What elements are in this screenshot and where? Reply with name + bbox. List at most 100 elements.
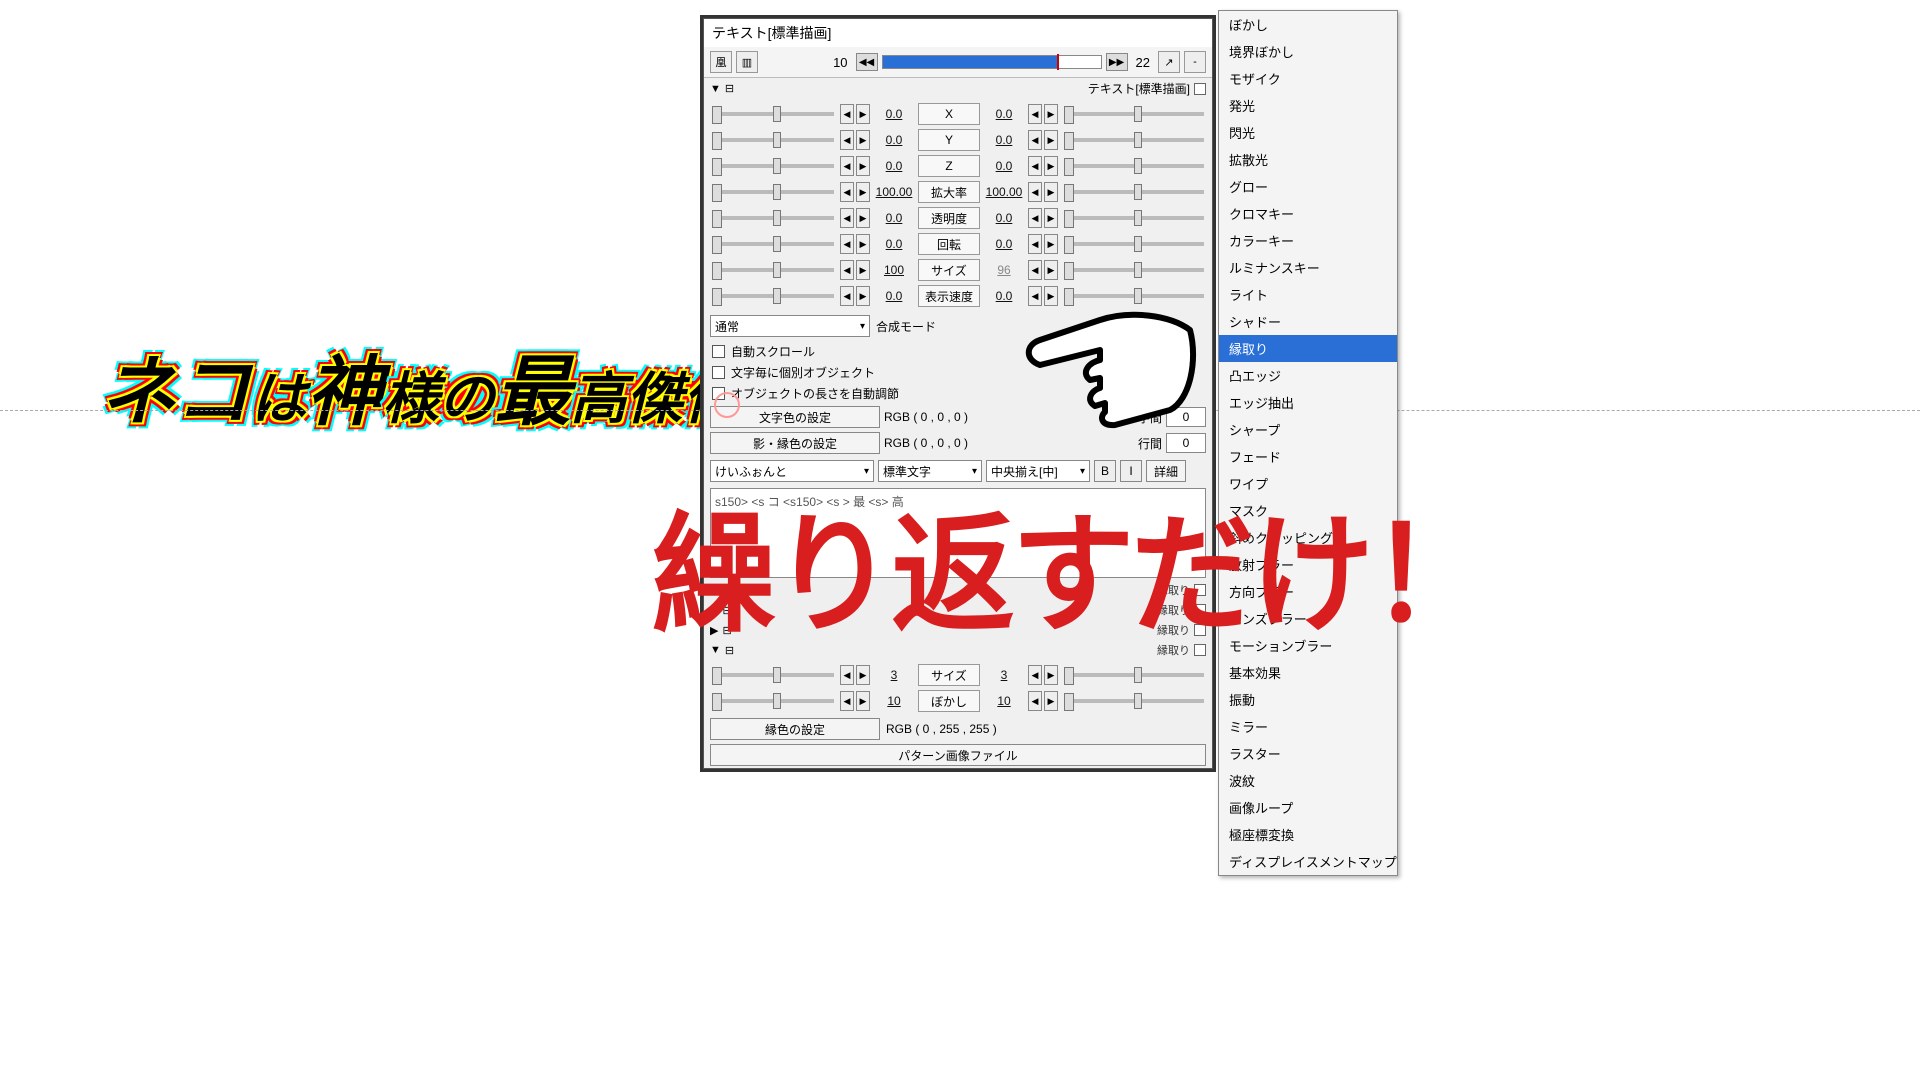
shadow-color-button[interactable]: 影・縁色の設定 [710,432,880,454]
param-value-right[interactable]: 0.0 [982,133,1026,147]
param-slider-right[interactable] [1064,190,1204,194]
param-label-button[interactable]: 回転 [918,233,980,255]
param-slider-right[interactable] [1064,112,1204,116]
spin-right-down[interactable]: ◀ [1028,156,1042,176]
param-value-right[interactable]: 0.0 [982,211,1026,225]
spin-right-up[interactable]: ▶ [1044,665,1058,685]
param-slider-left[interactable] [712,164,834,168]
spin-left-up[interactable]: ▶ [856,104,870,124]
line-spacing-input[interactable]: 0 [1166,433,1206,453]
spin-left-down[interactable]: ◀ [840,234,854,254]
perchar-checkbox[interactable] [712,366,725,379]
param-label-button[interactable]: サイズ [918,259,980,281]
param-value-right[interactable]: 0.0 [982,237,1026,251]
param-value-left[interactable]: 0.0 [872,107,916,121]
effect-menu-item[interactable]: 振動 [1219,686,1397,713]
effect-menu-item[interactable]: 波紋 [1219,767,1397,794]
param-label-button[interactable]: 拡大率 [918,181,980,203]
param-slider-right[interactable] [1064,699,1204,703]
spin-left-up[interactable]: ▶ [856,260,870,280]
param-slider-right[interactable] [1064,164,1204,168]
effect-menu-item[interactable]: ミラー [1219,713,1397,740]
param-value-right[interactable]: 10 [982,694,1026,708]
param-value-left[interactable]: 100.00 [872,185,916,199]
param-label-button[interactable]: ぼかし [918,690,980,712]
spin-left-up[interactable]: ▶ [856,286,870,306]
toolbar-icon-1[interactable]: 凰 [710,51,732,73]
effect-menu-item[interactable]: 閃光 [1219,119,1397,146]
spin-right-down[interactable]: ◀ [1028,234,1042,254]
toolbar-icon-4[interactable]: - [1184,51,1206,73]
frame-progress[interactable] [882,55,1102,69]
section-enable-checkbox[interactable] [1194,83,1206,95]
spin-right-down[interactable]: ◀ [1028,208,1042,228]
toolbar-icon-3[interactable]: ↗ [1158,51,1180,73]
effect-menu-item[interactable]: 凸エッジ [1219,362,1397,389]
param-slider-right[interactable] [1064,268,1204,272]
effect-menu-item[interactable]: シャープ [1219,416,1397,443]
effect-menu-item[interactable]: グロー [1219,173,1397,200]
param-slider-right[interactable] [1064,294,1204,298]
spin-right-down[interactable]: ◀ [1028,182,1042,202]
effect-menu-item[interactable]: 縁取り [1219,335,1397,362]
param-value-left[interactable]: 0.0 [872,159,916,173]
spin-left-down[interactable]: ◀ [840,665,854,685]
param-label-button[interactable]: 表示速度 [918,285,980,307]
param-value-left[interactable]: 100 [872,263,916,277]
param-slider-right[interactable] [1064,138,1204,142]
effect-menu-item[interactable]: ライト [1219,281,1397,308]
param-slider-left[interactable] [712,112,834,116]
spin-left-down[interactable]: ◀ [840,691,854,711]
effect-menu-item[interactable]: 境界ぼかし [1219,38,1397,65]
spin-left-up[interactable]: ▶ [856,156,870,176]
param-slider-right[interactable] [1064,673,1204,677]
effect-menu-item[interactable]: ルミナンスキー [1219,254,1397,281]
param-value-left[interactable]: 0.0 [872,211,916,225]
param-slider-left[interactable] [712,673,834,677]
spin-left-down[interactable]: ◀ [840,104,854,124]
spin-left-up[interactable]: ▶ [856,182,870,202]
param-slider-left[interactable] [712,268,834,272]
effect-menu-item[interactable]: フェード [1219,443,1397,470]
spin-left-down[interactable]: ◀ [840,182,854,202]
spin-right-up[interactable]: ▶ [1044,260,1058,280]
effect-menu-item[interactable]: モザイク [1219,65,1397,92]
effect-menu-item[interactable]: ぼかし [1219,11,1397,38]
spin-right-down[interactable]: ◀ [1028,260,1042,280]
pattern-file-button[interactable]: パターン画像ファイル [710,744,1206,766]
param-value-right[interactable]: 0.0 [982,159,1026,173]
spin-left-up[interactable]: ▶ [856,665,870,685]
spin-right-down[interactable]: ◀ [1028,665,1042,685]
spin-right-down[interactable]: ◀ [1028,104,1042,124]
param-value-left[interactable]: 0.0 [872,237,916,251]
effect-menu-item[interactable]: 発光 [1219,92,1397,119]
effect-menu-item[interactable]: ラスター [1219,740,1397,767]
param-value-left[interactable]: 0.0 [872,133,916,147]
spin-left-down[interactable]: ◀ [840,208,854,228]
blend-mode-select[interactable]: 通常 [710,315,870,337]
spin-left-up[interactable]: ▶ [856,691,870,711]
spin-left-down[interactable]: ◀ [840,130,854,150]
param-slider-left[interactable] [712,294,834,298]
spin-right-down[interactable]: ◀ [1028,130,1042,150]
spin-right-up[interactable]: ▶ [1044,208,1058,228]
param-label-button[interactable]: Z [918,155,980,177]
param-label-button[interactable]: Y [918,129,980,151]
param-slider-right[interactable] [1064,216,1204,220]
autoscroll-checkbox[interactable] [712,345,725,358]
effect-menu-item[interactable]: 極座標変換 [1219,821,1397,848]
effect-menu-item[interactable]: ディスプレイスメントマップ [1219,848,1397,875]
param-label-button[interactable]: 透明度 [918,207,980,229]
param-value-right[interactable]: 96 [982,263,1026,277]
seek-next-button[interactable]: ▶▶ [1106,53,1128,71]
spin-right-up[interactable]: ▶ [1044,182,1058,202]
param-value-left[interactable]: 10 [872,694,916,708]
param-slider-left[interactable] [712,242,834,246]
seek-prev-button[interactable]: ◀◀ [856,53,878,71]
param-label-button[interactable]: サイズ [918,664,980,686]
spin-left-up[interactable]: ▶ [856,130,870,150]
toolbar-icon-2[interactable]: ▥ [736,51,758,73]
collapse-toggle[interactable]: ▼ [710,83,725,95]
edge-color-button[interactable]: 縁色の設定 [710,718,880,740]
lock-icon[interactable]: ⊟ [725,82,738,95]
